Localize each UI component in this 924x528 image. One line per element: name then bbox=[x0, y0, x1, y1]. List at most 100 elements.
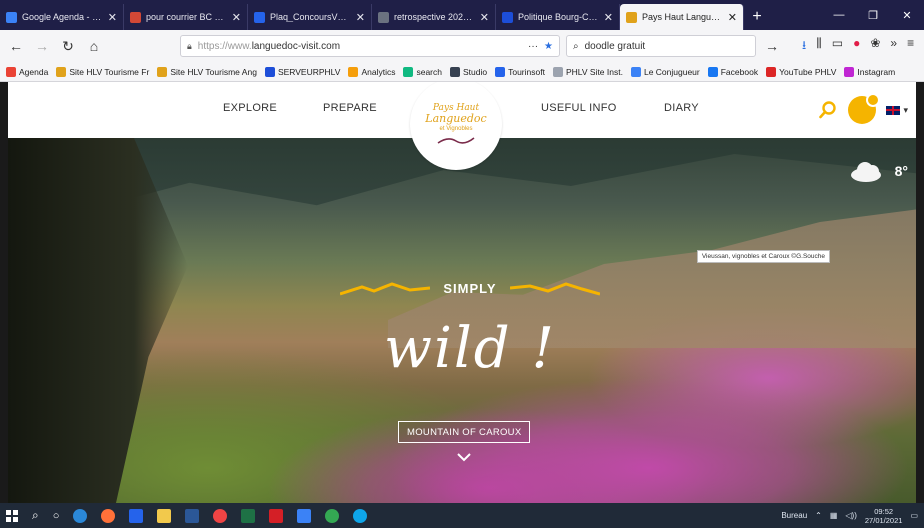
minimize-icon[interactable]: — bbox=[822, 9, 856, 21]
new-tab-icon[interactable]: + bbox=[744, 4, 770, 30]
search-icon[interactable]: ⌕ bbox=[32, 508, 39, 523]
window-controls: — ❐ ✕ bbox=[822, 0, 924, 30]
url-prefix: https://www. bbox=[197, 40, 252, 52]
photo-caption: Vieussan, vignobles et Caroux ©G.Souche bbox=[696, 250, 830, 263]
library-icon[interactable]: ⫼ bbox=[816, 36, 822, 57]
bookmark-item[interactable]: Le Conjugueur bbox=[630, 66, 700, 77]
close-tab-icon[interactable]: ✕ bbox=[108, 11, 117, 24]
nav-prepare[interactable]: PREPARE bbox=[323, 102, 377, 114]
back-icon[interactable]: ← bbox=[6, 36, 26, 56]
nav-diary[interactable]: DIARY bbox=[664, 102, 699, 114]
bookmark-icon bbox=[766, 66, 777, 77]
bookmark-item[interactable]: Agenda bbox=[6, 66, 48, 77]
volume-icon[interactable]: ◁)) bbox=[845, 511, 856, 520]
word-icon[interactable] bbox=[185, 508, 200, 523]
cliff-silhouette bbox=[8, 138, 188, 503]
windows-start-icon[interactable] bbox=[6, 509, 18, 522]
pocket-icon[interactable]: ● bbox=[853, 36, 860, 57]
browser-tab[interactable]: Plaq_ConcoursVNUMU ✕ bbox=[248, 4, 372, 30]
close-tab-icon[interactable]: ✕ bbox=[728, 11, 737, 24]
search-go-icon[interactable]: → bbox=[762, 36, 782, 56]
excel-icon[interactable] bbox=[241, 508, 256, 523]
downloads-icon[interactable]: ⭳ bbox=[802, 36, 806, 57]
bookmark-item[interactable]: Studio bbox=[449, 66, 488, 77]
search-input[interactable]: ⌕ doodle gratuit bbox=[566, 35, 756, 57]
clock-time: 09:52 bbox=[874, 506, 894, 516]
bookmark-icon bbox=[348, 66, 359, 77]
notifications-icon[interactable]: ▭ bbox=[910, 511, 918, 520]
bookmark-label: Tourinsoft bbox=[508, 66, 545, 77]
bookmark-item[interactable]: SERVEURPHLV bbox=[264, 66, 340, 77]
bookmark-item[interactable]: YouTube PHLV bbox=[766, 66, 836, 77]
close-tab-icon[interactable]: ✕ bbox=[356, 11, 365, 24]
bookmark-item[interactable]: PHLV Site Inst. bbox=[552, 66, 623, 77]
nav-useful-info[interactable]: USEFUL INFO bbox=[541, 102, 617, 114]
mountain-line-icon bbox=[510, 282, 600, 296]
forward-icon[interactable]: → bbox=[32, 36, 52, 56]
tab-favicon bbox=[130, 11, 141, 23]
app-icon[interactable] bbox=[129, 508, 144, 523]
tab-title: pour courrier BC Rouger bbox=[146, 12, 228, 22]
nav-explore[interactable]: EXPLORE bbox=[223, 102, 277, 114]
tray-label[interactable]: Bureau bbox=[781, 511, 807, 520]
bookmark-item[interactable]: Tourinsoft bbox=[495, 66, 545, 77]
overflow-icon[interactable]: » bbox=[890, 36, 897, 57]
bookmark-item[interactable]: Site HLV Tourisme Fr bbox=[56, 66, 149, 77]
search-icon[interactable] bbox=[818, 100, 838, 120]
bookmark-icon bbox=[552, 66, 563, 77]
maximize-icon[interactable]: ❐ bbox=[856, 9, 890, 22]
acrobat-icon[interactable] bbox=[269, 508, 284, 523]
task-view-icon[interactable]: ○ bbox=[53, 510, 60, 522]
extension-icon[interactable]: ❀ bbox=[870, 36, 880, 57]
tab-favicon bbox=[254, 11, 265, 23]
url-text: https://www.languedoc-visit.com bbox=[198, 41, 522, 52]
browser-tab-active[interactable]: Pays Haut Languedoc ✕ bbox=[620, 4, 744, 30]
toolbar-icons: ⭳ ⫼ ▭ ● ❀ » ≡ bbox=[802, 36, 914, 57]
system-tray: Bureau ⌃ ▦ ◁)) 09:52 27/01/2021 ▭ bbox=[781, 507, 918, 525]
browser-tab[interactable]: Google Agenda - Semai ✕ bbox=[0, 4, 124, 30]
chrome-icon[interactable] bbox=[325, 508, 340, 523]
firefox-icon[interactable] bbox=[101, 508, 116, 523]
page-actions-icon[interactable]: ··· bbox=[528, 41, 538, 52]
browser-tab[interactable]: Politique Bourg-Centre ✕ bbox=[496, 4, 620, 30]
chevron-down-icon[interactable] bbox=[457, 450, 471, 464]
browser-tab[interactable]: pour courrier BC Rouger ✕ bbox=[124, 4, 248, 30]
edge-icon[interactable] bbox=[353, 508, 368, 523]
bookmark-item[interactable]: Instagram bbox=[844, 66, 896, 77]
address-bar[interactable]: 🔒︎ https://www.languedoc-visit.com ··· ★ bbox=[180, 35, 560, 57]
bookmark-item[interactable]: Site HLV Tourisme Ang bbox=[157, 66, 257, 77]
network-icon[interactable]: ▦ bbox=[830, 511, 838, 520]
bookmark-item[interactable]: Facebook bbox=[707, 66, 759, 77]
bookmark-icon bbox=[707, 66, 718, 77]
close-tab-icon[interactable]: ✕ bbox=[480, 11, 489, 24]
bookmark-label: Studio bbox=[462, 66, 488, 77]
language-selector[interactable]: ▾ bbox=[886, 105, 908, 116]
sidebar-icon[interactable]: ▭ bbox=[832, 36, 843, 57]
bookmark-label: Facebook bbox=[720, 66, 759, 77]
bookmark-label: Instagram bbox=[857, 66, 896, 77]
close-window-icon[interactable]: ✕ bbox=[890, 9, 924, 22]
file-explorer-icon[interactable] bbox=[157, 508, 172, 523]
bookmark-item[interactable]: search bbox=[403, 66, 442, 77]
clock[interactable]: 09:52 27/01/2021 bbox=[865, 507, 903, 525]
tab-favicon bbox=[6, 11, 17, 23]
web-page: EXPLORE PREPARE USEFUL INFO DIARY ▾ Pays… bbox=[0, 82, 924, 503]
bookmark-item[interactable]: Analytics bbox=[348, 66, 395, 77]
mountain-line-icon bbox=[340, 282, 430, 296]
chevron-up-icon[interactable]: ⌃ bbox=[815, 511, 822, 520]
app-icon[interactable] bbox=[213, 508, 228, 523]
browser-tab[interactable]: retrospective 2020 actions ✕ bbox=[372, 4, 496, 30]
menu-icon[interactable]: ≡ bbox=[907, 36, 914, 57]
reload-icon[interactable]: ↻ bbox=[58, 36, 78, 56]
tab-favicon bbox=[502, 11, 513, 23]
account-icon[interactable] bbox=[848, 93, 881, 124]
app-icon[interactable] bbox=[297, 508, 312, 523]
close-tab-icon[interactable]: ✕ bbox=[604, 11, 613, 24]
edge-icon[interactable] bbox=[73, 508, 88, 523]
close-tab-icon[interactable]: ✕ bbox=[232, 11, 241, 24]
bookmark-star-icon[interactable]: ★ bbox=[544, 41, 553, 52]
location-button[interactable]: MOUNTAIN OF CAROUX bbox=[398, 421, 531, 443]
home-icon[interactable]: ⌂ bbox=[84, 36, 104, 56]
hero-tagline: SIMPLY bbox=[340, 280, 600, 298]
site-logo[interactable]: Pays Haut Languedoc et Vignobles bbox=[410, 82, 502, 170]
